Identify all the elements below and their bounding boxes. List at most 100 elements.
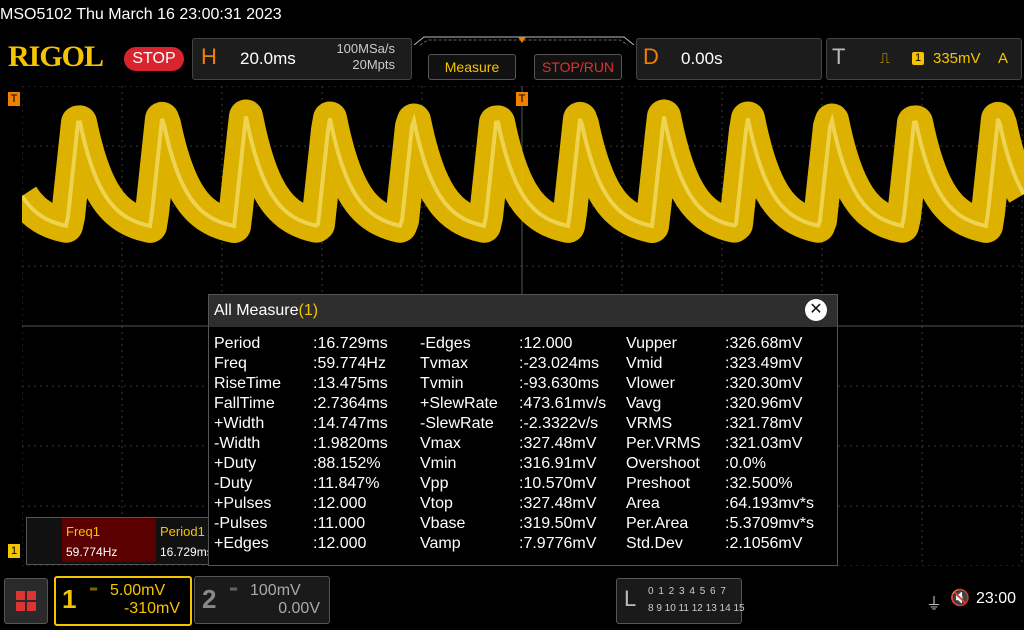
measure-name: Tvmax bbox=[420, 355, 468, 372]
measure-value: :7.9776mV bbox=[519, 535, 597, 552]
measure-value: :326.68mV bbox=[725, 335, 803, 352]
measure-name: +Duty bbox=[214, 455, 257, 472]
memory-depth: 20Mpts bbox=[352, 57, 395, 72]
quick-measure-label-2: Period1 bbox=[160, 524, 205, 539]
logic-channels-low: 0 1 2 3 4 5 6 7 bbox=[648, 586, 727, 597]
ch1-scale: 5.00mV bbox=[110, 582, 166, 599]
sample-rate: 100MSa/s bbox=[336, 41, 395, 56]
measure-value: :12.000 bbox=[313, 535, 367, 552]
measure-value: :320.30mV bbox=[725, 375, 803, 392]
grid-menu-icon bbox=[16, 591, 36, 611]
run-state-badge[interactable]: STOP bbox=[124, 47, 184, 71]
speaker-muted-icon[interactable]: 🔇 bbox=[950, 588, 970, 608]
horizontal-label: H bbox=[201, 44, 217, 69]
trigger-panel[interactable] bbox=[826, 38, 1022, 80]
ch1-waveform bbox=[22, 99, 1024, 243]
trigger-level: 335mV bbox=[933, 50, 981, 67]
panel-title-text: All Measure bbox=[214, 302, 299, 319]
measure-value: :12.000 bbox=[519, 335, 573, 352]
all-measure-panel: All Measure(1) ✕ Period:16.729ms Freq:59.… bbox=[208, 294, 838, 566]
ch2-coupling-icon: ═ bbox=[230, 584, 238, 595]
measure-value: :321.03mV bbox=[725, 435, 803, 452]
measure-value: :-93.630ms bbox=[519, 375, 600, 392]
measure-value: :64.193mv*s bbox=[725, 495, 814, 512]
stop-run-button[interactable]: STOP/RUN bbox=[534, 54, 622, 80]
dc-coupling-icon: ═ bbox=[90, 584, 98, 595]
measure-value: :320.96mV bbox=[725, 395, 803, 412]
menu-button[interactable] bbox=[4, 578, 48, 624]
measure-name: Vamp bbox=[420, 535, 461, 552]
measure-value: :2.1056mV bbox=[725, 535, 803, 552]
measure-name: Std.Dev bbox=[626, 535, 683, 552]
trigger-label: T bbox=[832, 44, 846, 69]
measure-name: Vmid bbox=[626, 355, 663, 372]
measure-value: :0.0% bbox=[725, 455, 766, 472]
delay-label: D bbox=[643, 44, 659, 69]
measure-value: :316.91mV bbox=[519, 455, 597, 472]
measure-name: Per.VRMS bbox=[626, 435, 701, 452]
measure-value: :5.3709mv*s bbox=[725, 515, 814, 532]
measure-value: :32.500% bbox=[725, 475, 793, 492]
center-trigger-marker: T bbox=[516, 92, 528, 106]
delay-value: 0.00s bbox=[681, 49, 723, 68]
measure-value: :-23.024ms bbox=[519, 355, 600, 372]
measure-name: RiseTime bbox=[214, 375, 281, 392]
ch2-scale: 100mV bbox=[250, 582, 301, 599]
measure-value: :13.475ms bbox=[313, 375, 388, 392]
measure-value: :-2.3322v/s bbox=[519, 415, 599, 432]
usb-icon: ⏚ bbox=[926, 596, 943, 613]
quick-measure-label-1: Freq1 bbox=[66, 524, 100, 539]
measure-name: Vpp bbox=[420, 475, 449, 492]
measure-name: -Width bbox=[214, 435, 261, 452]
measure-value: :11.847% bbox=[313, 475, 380, 492]
measure-name: FallTime bbox=[214, 395, 275, 412]
ch1-offset: -310mV bbox=[123, 600, 180, 617]
measure-name: +Edges bbox=[214, 535, 269, 552]
logic-channels-high: 8 9 10 11 12 13 14 15 bbox=[648, 603, 745, 614]
trigger-mode: A bbox=[998, 50, 1009, 67]
measure-value: :321.78mV bbox=[725, 415, 803, 432]
measure-value: :327.48mV bbox=[519, 435, 597, 452]
delay-panel[interactable] bbox=[636, 38, 822, 80]
measure-name: -SlewRate bbox=[420, 415, 494, 432]
quick-measure-value-1: 59.774Hz bbox=[66, 545, 118, 559]
measure-name: Vlower bbox=[626, 375, 675, 392]
measure-name: Vbase bbox=[420, 515, 466, 532]
ch2-number: 2 bbox=[202, 584, 217, 614]
measure-name: VRMS bbox=[626, 415, 673, 432]
measure-value: :12.000 bbox=[313, 495, 367, 512]
measure-button[interactable]: Measure bbox=[428, 54, 516, 80]
ch1-ground-marker[interactable]: 1 bbox=[8, 544, 20, 558]
ch1-number: 1 bbox=[62, 584, 77, 614]
measure-name: +Width bbox=[214, 415, 265, 432]
model-datetime: MSO5102 Thu March 16 23:00:31 2023 bbox=[0, 6, 282, 23]
measure-name: +SlewRate bbox=[420, 395, 498, 412]
measure-value: :14.747ms bbox=[313, 415, 388, 432]
quick-measure-value-2: 16.729ms bbox=[160, 545, 210, 559]
rising-edge-icon: ⎍ bbox=[880, 50, 890, 66]
close-icon[interactable]: ✕ bbox=[805, 299, 827, 321]
measure-value: :323.49mV bbox=[725, 355, 803, 372]
trigger-position-marker: T bbox=[8, 92, 20, 106]
logic-label: L bbox=[624, 586, 637, 611]
measure-name: Preshoot bbox=[626, 475, 691, 492]
measure-name: -Pulses bbox=[214, 515, 268, 532]
measure-name: Overshoot bbox=[626, 455, 700, 472]
trigger-position-strip bbox=[414, 36, 634, 46]
measure-value: :319.50mV bbox=[519, 515, 597, 532]
measure-name: Vavg bbox=[626, 395, 662, 412]
measure-name: Area bbox=[626, 495, 660, 512]
measure-value: :473.61mv/s bbox=[519, 395, 607, 412]
measure-value: :1.9820ms bbox=[313, 435, 388, 452]
panel-count: (1) bbox=[298, 302, 319, 319]
measure-value: :327.48mV bbox=[519, 495, 597, 512]
measure-name: -Edges bbox=[420, 335, 471, 352]
measure-name: Per.Area bbox=[626, 515, 689, 532]
measure-name: -Duty bbox=[214, 475, 253, 492]
measure-name: Vtop bbox=[420, 495, 453, 512]
measure-value: :10.570mV bbox=[519, 475, 597, 492]
ch2-offset: 0.00V bbox=[278, 600, 320, 617]
trigger-source: 1 bbox=[912, 52, 924, 65]
measure-name: Vmax bbox=[420, 435, 461, 452]
timebase-value: 20.0ms bbox=[240, 49, 296, 68]
